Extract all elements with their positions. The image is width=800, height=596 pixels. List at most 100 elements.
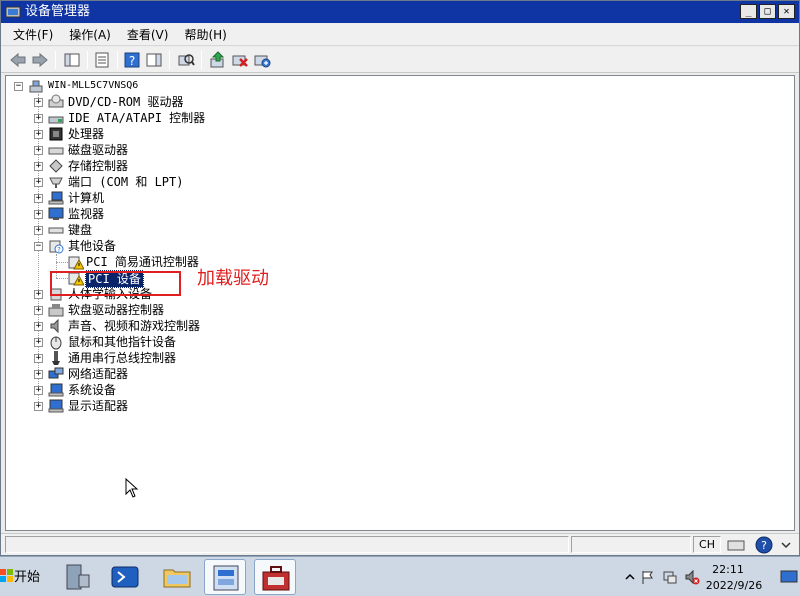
taskbar-device-manager[interactable] [254, 559, 296, 595]
tree-node-monitor[interactable]: 监视器 [68, 206, 104, 222]
show-hide-console-tree-icon[interactable] [63, 51, 81, 69]
mouse-cursor-icon [125, 478, 139, 498]
tree-node-sound[interactable]: 声音、视频和游戏控制器 [68, 318, 200, 334]
menu-action[interactable]: 操作(A) [61, 25, 119, 45]
annotation-label: 加载驱动 [197, 268, 269, 289]
tree-node-system[interactable]: 系统设备 [68, 382, 116, 398]
device-manager-taskbar-icon [262, 566, 290, 591]
tree-expander[interactable]: + [34, 322, 43, 331]
tree-expander[interactable]: + [34, 290, 43, 299]
disable-device-icon[interactable] [253, 51, 271, 69]
tree-node-dvd[interactable]: DVD/CD-ROM 驱动器 [68, 94, 183, 110]
tree-expander[interactable]: + [34, 402, 43, 411]
tree-expander[interactable]: + [34, 194, 43, 203]
update-driver-icon[interactable] [209, 51, 227, 69]
minimize-button[interactable]: _ [740, 4, 757, 19]
tree-node-processor[interactable]: 处理器 [68, 126, 104, 142]
tree-expander[interactable]: + [34, 178, 43, 187]
tree-expander[interactable]: + [34, 146, 43, 155]
computer-icon [48, 191, 64, 205]
help-icon[interactable]: ? [123, 51, 141, 69]
clock-date[interactable]: 2022/9/26 [698, 579, 770, 592]
device-manager-window: 设备管理器 _ □ ✕ 文件(F) 操作(A) 查看(V) 帮助(H) ? − … [0, 0, 800, 556]
tree-node-storage[interactable]: 存储控制器 [68, 158, 128, 174]
taskbar-computer-management[interactable] [204, 559, 246, 595]
server-manager-icon [66, 564, 90, 590]
network-icon[interactable] [662, 569, 678, 585]
status-cell-ime: CH [693, 536, 721, 553]
tree-node-floppy[interactable]: 软盘驱动器控制器 [68, 302, 164, 318]
tree-expander[interactable]: + [34, 354, 43, 363]
action-pane-icon[interactable] [145, 51, 163, 69]
close-button[interactable]: ✕ [778, 4, 795, 19]
tree-node-usb[interactable]: 通用串行总线控制器 [68, 350, 176, 366]
tree-expander[interactable]: + [34, 386, 43, 395]
taskbar-server-manager[interactable] [56, 559, 98, 595]
warning-device-icon [68, 256, 84, 270]
computer-management-icon [213, 565, 239, 591]
powershell-icon [111, 566, 139, 588]
root-node-label[interactable]: WIN-MLL5C7VNSQ6 [48, 78, 138, 94]
maximize-button[interactable]: □ [759, 4, 776, 19]
tree-node-disk[interactable]: 磁盘驱动器 [68, 142, 128, 158]
show-hidden-icons-icon[interactable] [622, 569, 638, 585]
status-bar: CH ? [1, 533, 799, 555]
ime-indicator[interactable]: CH [697, 537, 717, 552]
tree-expander[interactable]: + [34, 114, 43, 123]
toolbar-separator [169, 51, 170, 69]
tree-node-mouse[interactable]: 鼠标和其他指针设备 [68, 334, 176, 350]
taskbar-powershell[interactable] [104, 559, 146, 595]
keyboard-layout-icon[interactable] [727, 537, 745, 553]
window-title: 设备管理器 [25, 4, 91, 19]
menu-help[interactable]: 帮助(H) [176, 25, 234, 45]
properties-icon[interactable] [93, 51, 111, 69]
tree-node-computer[interactable]: 计算机 [68, 190, 104, 206]
tree-node-pci-comm-controller[interactable]: PCI 简易通讯控制器 [86, 254, 199, 270]
forward-arrow-icon[interactable] [31, 51, 49, 69]
start-button[interactable]: 开始 [0, 561, 42, 593]
title-bar[interactable]: 设备管理器 _ □ ✕ [1, 1, 799, 23]
device-tree[interactable]: − WIN-MLL5C7VNSQ6 + DVD/CD-ROM 驱动器 + IDE… [5, 75, 795, 531]
tree-expander[interactable]: + [34, 306, 43, 315]
tree-node-display[interactable]: 显示适配器 [68, 398, 128, 414]
uninstall-device-icon[interactable] [231, 51, 249, 69]
show-desktop-icon[interactable] [780, 569, 798, 585]
tree-node-port[interactable]: 端口 (COM 和 LPT) [68, 174, 183, 190]
tree-expander[interactable]: + [34, 210, 43, 219]
back-arrow-icon[interactable] [9, 51, 27, 69]
menu-bar: 文件(F) 操作(A) 查看(V) 帮助(H) [1, 24, 799, 46]
storage-controller-icon [49, 159, 63, 173]
help-circle-icon[interactable]: ? [755, 536, 773, 554]
status-cell-main [5, 536, 569, 553]
toolbar-separator [55, 51, 56, 69]
tree-node-ide[interactable]: IDE ATA/ATAPI 控制器 [68, 110, 205, 126]
menu-view[interactable]: 查看(V) [119, 25, 177, 45]
tree-expander[interactable]: + [34, 98, 43, 107]
svg-text:?: ? [761, 539, 767, 552]
tree-expander[interactable]: − [34, 242, 43, 251]
tree-expander[interactable]: + [34, 370, 43, 379]
keyboard-icon [48, 227, 64, 234]
tree-node-network[interactable]: 网络适配器 [68, 366, 128, 382]
system-tray: 22:11 2022/9/26 [620, 557, 800, 596]
scan-hardware-icon[interactable] [177, 51, 195, 69]
taskbar-explorer[interactable] [156, 559, 198, 595]
action-center-flag-icon[interactable] [640, 569, 656, 585]
toolbar-separator [87, 51, 88, 69]
unknown-device-icon: ? [49, 240, 64, 254]
options-icon[interactable] [779, 538, 793, 552]
svg-text:?: ? [129, 54, 135, 68]
tree-expander[interactable]: + [34, 338, 43, 347]
tree-expander[interactable]: + [34, 130, 43, 139]
tree-expander[interactable]: + [34, 226, 43, 235]
tree-expander[interactable]: + [34, 162, 43, 171]
tree-node-other-devices[interactable]: 其他设备 [68, 238, 116, 254]
folder-icon [163, 569, 191, 588]
root-expander[interactable]: − [14, 82, 23, 91]
clock-time[interactable]: 22:11 [698, 563, 758, 576]
mouse-icon [50, 336, 62, 350]
port-icon [49, 177, 63, 188]
menu-file[interactable]: 文件(F) [5, 25, 61, 45]
tree-node-keyboard[interactable]: 键盘 [68, 222, 92, 238]
processor-icon [49, 127, 63, 141]
